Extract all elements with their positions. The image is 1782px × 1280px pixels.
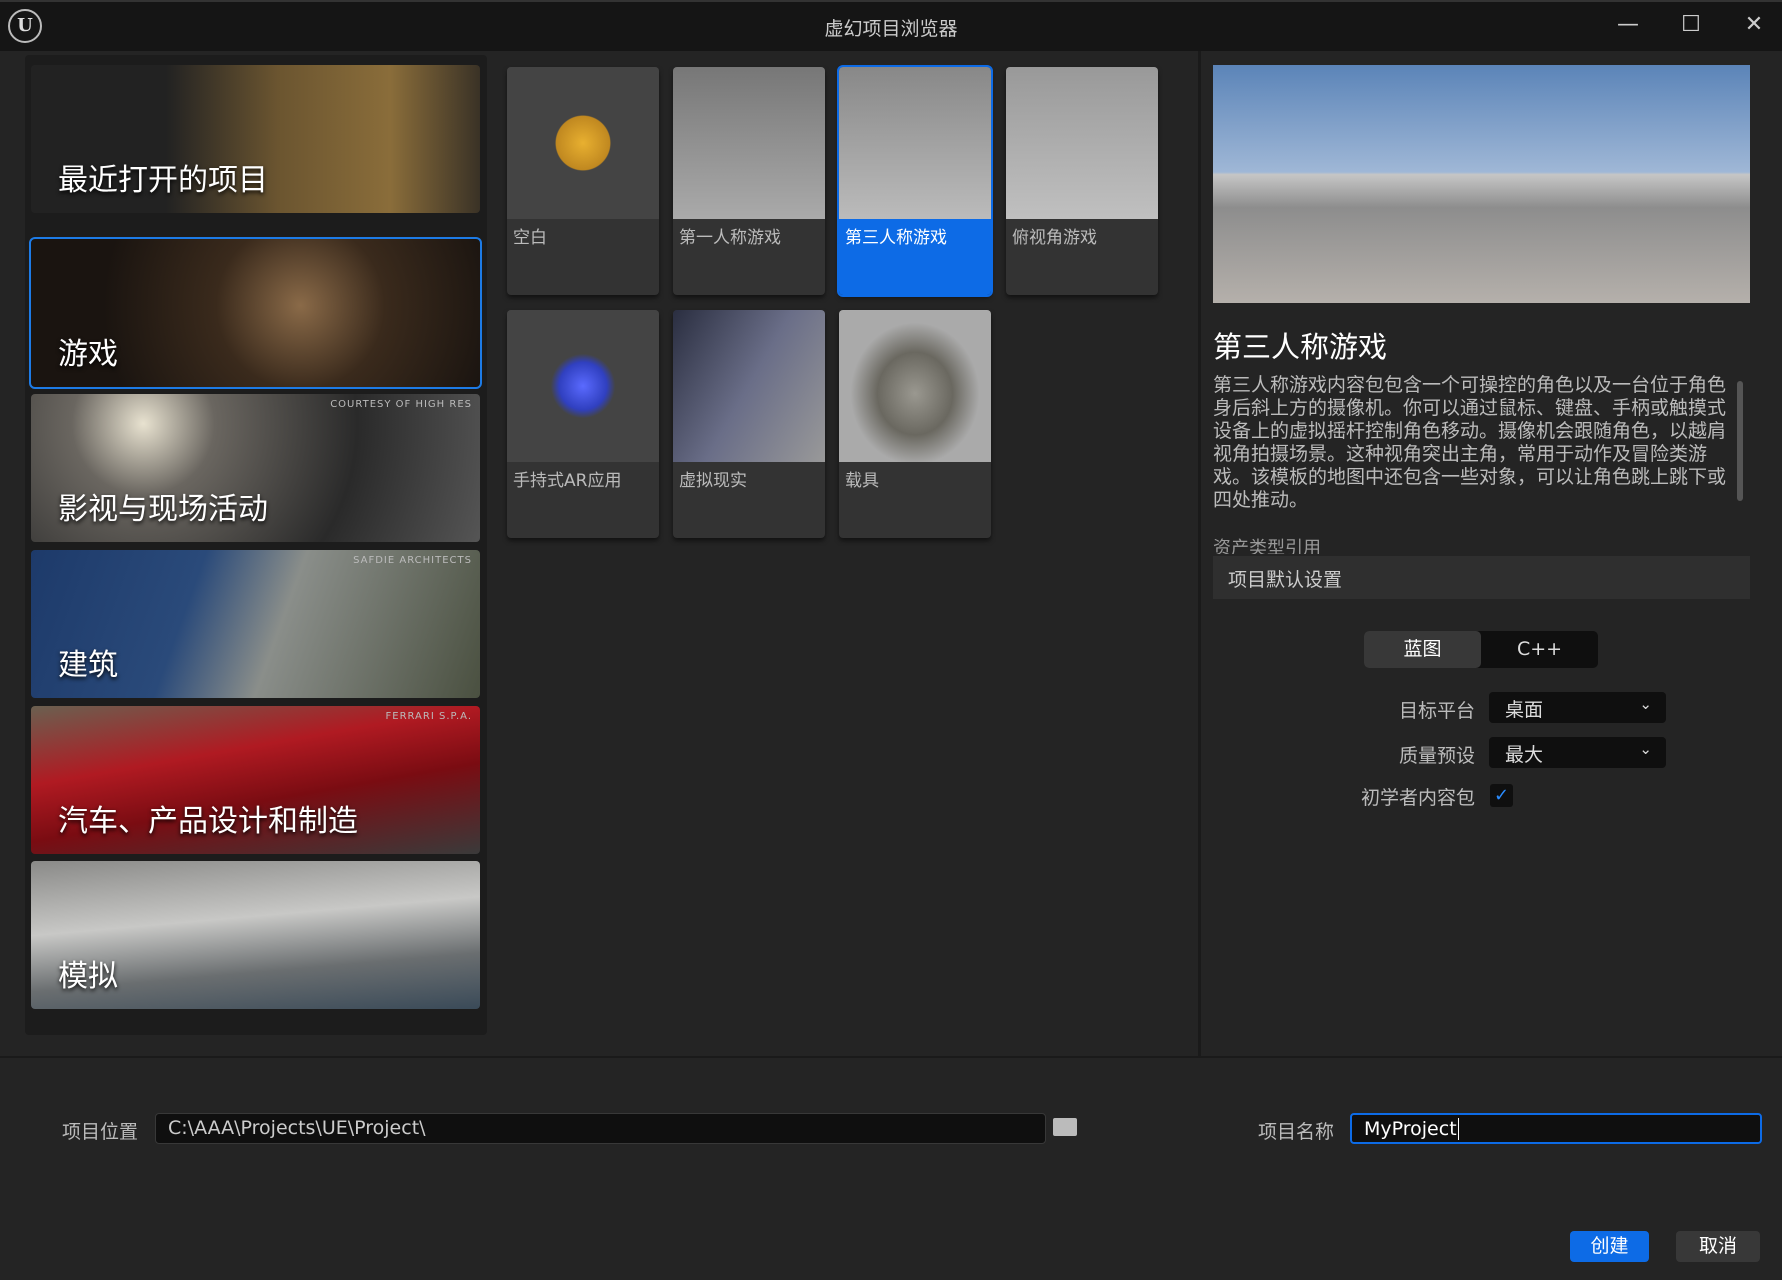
category-architecture[interactable]: SAFDIE ARCHITECTS 建筑 [31, 550, 480, 698]
category-label: 汽车、产品设计和制造 [58, 804, 358, 839]
target-platform-label: 目标平台 [1398, 700, 1475, 722]
template-label: 手持式AR应用 [513, 471, 622, 491]
cpp-option[interactable]: C++ [1481, 631, 1598, 668]
template-description: 第三人称游戏内容包包含一个可操控的角色以及一台位于角色身后斜上方的摄像机。你可以… [1213, 374, 1727, 511]
target-platform-dropdown[interactable]: 桌面 ⌄ [1489, 692, 1666, 723]
template-title: 第三人称游戏 [1213, 330, 1388, 364]
dropdown-value: 桌面 [1505, 699, 1544, 721]
project-location-input[interactable]: C:\AAA\Projects\UE\Project\ [155, 1113, 1046, 1144]
template-label: 俯视角游戏 [1012, 228, 1097, 248]
category-label: 游戏 [58, 337, 118, 372]
chevron-down-icon: ⌄ [1639, 695, 1652, 713]
footer-divider [0, 1056, 1782, 1058]
asset-reference-label: 资产类型引用 [1213, 538, 1321, 554]
template-thumbnail [839, 310, 991, 462]
category-label: 最近打开的项目 [58, 163, 268, 198]
category-games[interactable]: 游戏 [29, 237, 482, 389]
dropdown-value: 最大 [1505, 744, 1544, 766]
input-value: MyProject [1364, 1118, 1457, 1140]
description-scrollbar[interactable] [1737, 381, 1743, 501]
project-name-label: 项目名称 [1258, 1121, 1335, 1143]
chevron-down-icon: ⌄ [1639, 740, 1652, 758]
template-thumbnail [673, 67, 825, 219]
panel-divider[interactable] [1198, 51, 1201, 1057]
image-credit: COURTESY OF HIGH RES [330, 399, 472, 410]
quality-preset-dropdown[interactable]: 最大 ⌄ [1489, 737, 1666, 768]
template-first-person[interactable]: 第一人称游戏 [673, 67, 825, 295]
category-label: 建筑 [58, 648, 118, 683]
category-automotive[interactable]: FERRARI S.P.A. 汽车、产品设计和制造 [31, 706, 480, 854]
category-label: 模拟 [58, 959, 118, 994]
text-cursor [1457, 1118, 1459, 1140]
template-virtual-reality[interactable]: 虚拟现实 [673, 310, 825, 538]
category-film-live-events[interactable]: COURTESY OF HIGH RES 影视与现场活动 [31, 394, 480, 542]
cancel-button[interactable]: 取消 [1676, 1231, 1760, 1262]
image-credit: SAFDIE ARCHITECTS [353, 555, 472, 566]
template-label: 载具 [845, 471, 879, 491]
maximize-button[interactable]: ☐ [1671, 8, 1711, 42]
category-recent-projects[interactable]: 最近打开的项目 [31, 65, 480, 213]
close-button[interactable]: ✕ [1734, 8, 1774, 42]
template-preview-image [1213, 65, 1750, 303]
create-button[interactable]: 创建 [1570, 1231, 1649, 1262]
template-vehicle[interactable]: 载具 [839, 310, 991, 538]
phone-icon [507, 310, 659, 462]
minimize-button[interactable]: — [1608, 8, 1648, 42]
category-label: 影视与现场活动 [58, 492, 268, 527]
folder-icon [507, 67, 659, 219]
template-top-down[interactable]: 俯视角游戏 [1006, 67, 1158, 295]
language-toggle: 蓝图 C++ [1364, 631, 1598, 668]
starter-content-checkbox[interactable]: ✓ [1490, 784, 1513, 807]
quality-preset-label: 质量预设 [1398, 745, 1475, 767]
starter-content-label: 初学者内容包 [1360, 787, 1475, 809]
project-name-input[interactable]: MyProject [1350, 1113, 1762, 1144]
template-handheld-ar[interactable]: 手持式AR应用 [507, 310, 659, 538]
template-label: 第一人称游戏 [679, 228, 781, 248]
template-label: 空白 [513, 228, 547, 248]
template-label: 虚拟现实 [679, 471, 747, 491]
template-thumbnail [673, 310, 825, 462]
image-credit: FERRARI S.P.A. [385, 711, 472, 722]
template-thumbnail [1006, 67, 1158, 219]
folder-browse-icon[interactable] [1053, 1118, 1077, 1136]
blueprint-option[interactable]: 蓝图 [1364, 631, 1481, 668]
window-title: 虚幻项目浏览器 [824, 18, 958, 40]
template-label: 第三人称游戏 [845, 228, 947, 248]
project-location-label: 项目位置 [62, 1121, 139, 1143]
template-third-person[interactable]: 第三人称游戏 [837, 65, 993, 297]
template-blank[interactable]: 空白 [507, 67, 659, 295]
template-thumbnail [839, 67, 991, 219]
category-simulation[interactable]: 模拟 [31, 861, 480, 1009]
checkmark-icon: ✓ [1493, 785, 1510, 806]
project-defaults-header: 项目默认设置 [1213, 556, 1750, 599]
